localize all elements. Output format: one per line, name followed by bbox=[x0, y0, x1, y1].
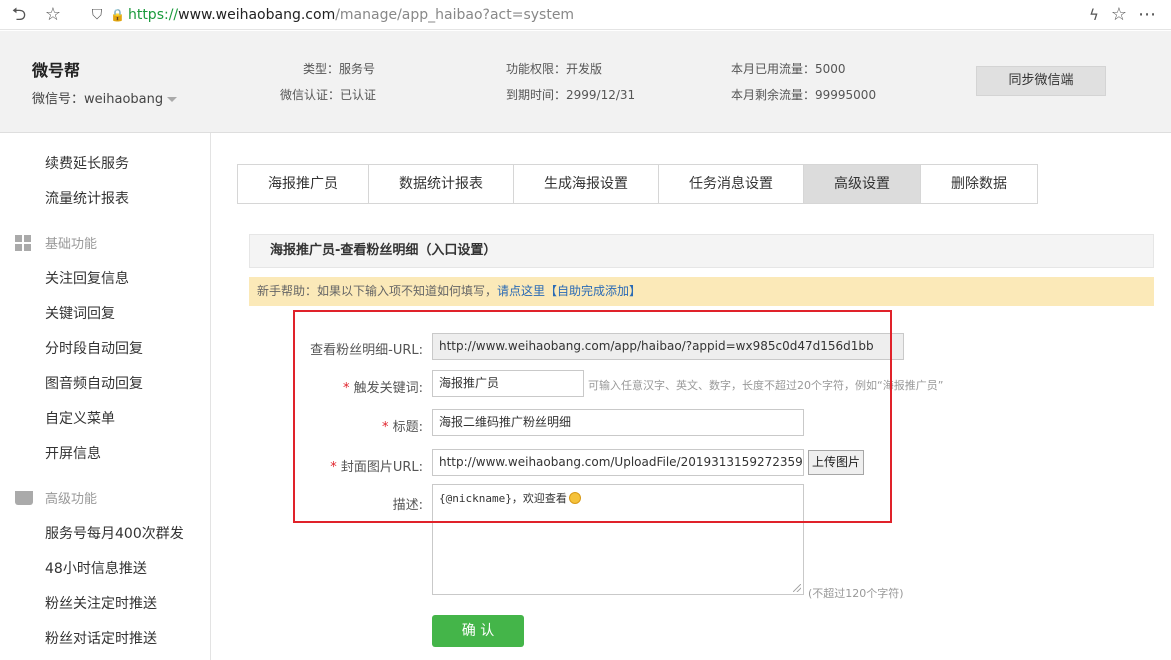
sidebar-item-mass-send[interactable]: 服务号每月400次群发 bbox=[45, 523, 184, 543]
sync-wechat-button[interactable]: 同步微信端 bbox=[976, 66, 1106, 96]
title-input[interactable]: 海报二维码推广粉丝明细 bbox=[432, 409, 804, 436]
tab-advanced-settings[interactable]: 高级设置 bbox=[804, 165, 921, 203]
wechat-id-text: 微信号：weihaobang bbox=[32, 92, 164, 107]
favorite-icon[interactable]: ☆ bbox=[1108, 4, 1130, 26]
help-bar: 新手帮助：如果以下输入项不知道如何填写，请点这里【自助完成添加】 bbox=[249, 277, 1154, 306]
sidebar-item-keyword-reply[interactable]: 关键词回复 bbox=[45, 303, 115, 323]
sidebar-group-basic: 基础功能 bbox=[15, 233, 97, 252]
inbox-icon bbox=[15, 490, 33, 505]
url-host: www.weihaobang.com bbox=[178, 7, 336, 23]
sidebar-group-advanced: 高级功能 bbox=[15, 488, 97, 507]
browser-address-bar: ⮌ ☆ ⛉ 🔒 https://www.weihaobang.com/manag… bbox=[0, 0, 1171, 30]
used-traffic: 本月已用流量：5000 bbox=[731, 62, 846, 76]
sidebar-item-follow-push[interactable]: 粉丝关注定时推送 bbox=[45, 593, 157, 613]
tab-task-message[interactable]: 任务消息设置 bbox=[659, 165, 804, 203]
keyword-input[interactable]: 海报推广员 bbox=[432, 370, 584, 397]
sidebar-item-timed-reply[interactable]: 分时段自动回复 bbox=[45, 338, 143, 358]
sidebar-item-follow-reply[interactable]: 关注回复信息 bbox=[45, 268, 129, 288]
chevron-down-icon bbox=[167, 97, 178, 102]
wechat-id-selector[interactable]: 微信号：weihaobang bbox=[32, 88, 178, 107]
more-icon[interactable]: ⋯ bbox=[1136, 4, 1158, 26]
verification-status: 微信认证：已认证 bbox=[280, 88, 377, 102]
sidebar-group-label: 高级功能 bbox=[45, 492, 98, 507]
cover-url-input[interactable]: http://www.weihaobang.com/UploadFile/201… bbox=[432, 449, 804, 476]
lightning-icon[interactable]: ϟ bbox=[1083, 4, 1105, 26]
sidebar-item-48h-push[interactable]: 48小时信息推送 bbox=[45, 558, 147, 578]
remaining-traffic: 本月剩余流量：99995000 bbox=[731, 88, 877, 102]
keyword-hint: 可输入任意汉字、英文、数字，长度不超过20个字符，例如“海报推广员” bbox=[588, 379, 944, 392]
sidebar-item-renew[interactable]: 续费延长服务 bbox=[45, 153, 129, 173]
grid-icon bbox=[15, 234, 31, 251]
title-label: * 标题: bbox=[381, 420, 423, 435]
help-text: 新手帮助：如果以下输入项不知道如何填写， bbox=[257, 284, 498, 298]
confirm-button[interactable]: 确 认 bbox=[432, 615, 524, 647]
sidebar-item-media-reply[interactable]: 图音频自动回复 bbox=[45, 373, 143, 393]
tab-poster-settings[interactable]: 生成海报设置 bbox=[514, 165, 659, 203]
back-icon[interactable]: ⮌ bbox=[8, 4, 30, 26]
sidebar-item-traffic-report[interactable]: 流量统计报表 bbox=[45, 188, 129, 208]
url-path: /manage/app_haibao?act=system bbox=[335, 7, 575, 23]
sidebar-item-splash[interactable]: 开屏信息 bbox=[45, 443, 101, 463]
shield-icon[interactable]: ⛉ bbox=[86, 4, 108, 26]
panel-title: 海报推广员-查看粉丝明细（入口设置） bbox=[249, 234, 1154, 268]
fans-detail-url-field[interactable]: http://www.weihaobang.com/app/haibao/?ap… bbox=[432, 333, 904, 360]
url-scheme: https:// bbox=[127, 7, 179, 23]
url-field[interactable]: 🔒 https://www.weihaobang.com/manage/app_… bbox=[110, 4, 574, 26]
description-textarea[interactable]: {@nickname}，欢迎查看 bbox=[432, 484, 804, 595]
cover-label: * 封面图片URL: bbox=[330, 460, 423, 475]
resize-handle[interactable] bbox=[793, 584, 801, 592]
tab-statistics[interactable]: 数据统计报表 bbox=[369, 165, 514, 203]
brand-title: 微号帮 bbox=[32, 61, 81, 80]
tab-promoter[interactable]: 海报推广员 bbox=[238, 165, 369, 203]
keyword-label: * 触发关键词: bbox=[342, 381, 423, 396]
url-label: 查看粉丝明细-URL: bbox=[310, 343, 423, 358]
smiley-emoji-icon bbox=[568, 492, 581, 504]
tab-delete-data[interactable]: 删除数据 bbox=[921, 165, 1037, 203]
upload-image-button[interactable]: 上传图片 bbox=[808, 450, 864, 475]
lock-icon: 🔒 bbox=[110, 8, 125, 22]
description-hint: (不超过120个字符) bbox=[808, 587, 904, 600]
sidebar-item-chat-push[interactable]: 粉丝对话定时推送 bbox=[45, 628, 157, 648]
help-link[interactable]: 请点这里【自助完成添加】 bbox=[497, 284, 641, 298]
permission-level: 功能权限：开发版 bbox=[506, 62, 603, 76]
star-icon[interactable]: ☆ bbox=[42, 4, 64, 26]
sidebar-item-custom-menu[interactable]: 自定义菜单 bbox=[45, 408, 115, 428]
account-header: 微号帮 微信号：weihaobang 类型：服务号 微信认证：已认证 功能权限：… bbox=[0, 31, 1171, 133]
expire-date: 到期时间：2999/12/31 bbox=[506, 88, 636, 102]
sidebar-group-label: 基础功能 bbox=[45, 237, 98, 252]
sidebar: 续费延长服务 流量统计报表 基础功能 关注回复信息 关键词回复 分时段自动回复 … bbox=[0, 133, 211, 660]
description-label: 描述: bbox=[392, 498, 423, 513]
tab-bar: 海报推广员 数据统计报表 生成海报设置 任务消息设置 高级设置 删除数据 bbox=[237, 164, 1038, 204]
account-type: 类型：服务号 bbox=[303, 62, 376, 76]
description-text: {@nickname}，欢迎查看 bbox=[439, 492, 567, 505]
